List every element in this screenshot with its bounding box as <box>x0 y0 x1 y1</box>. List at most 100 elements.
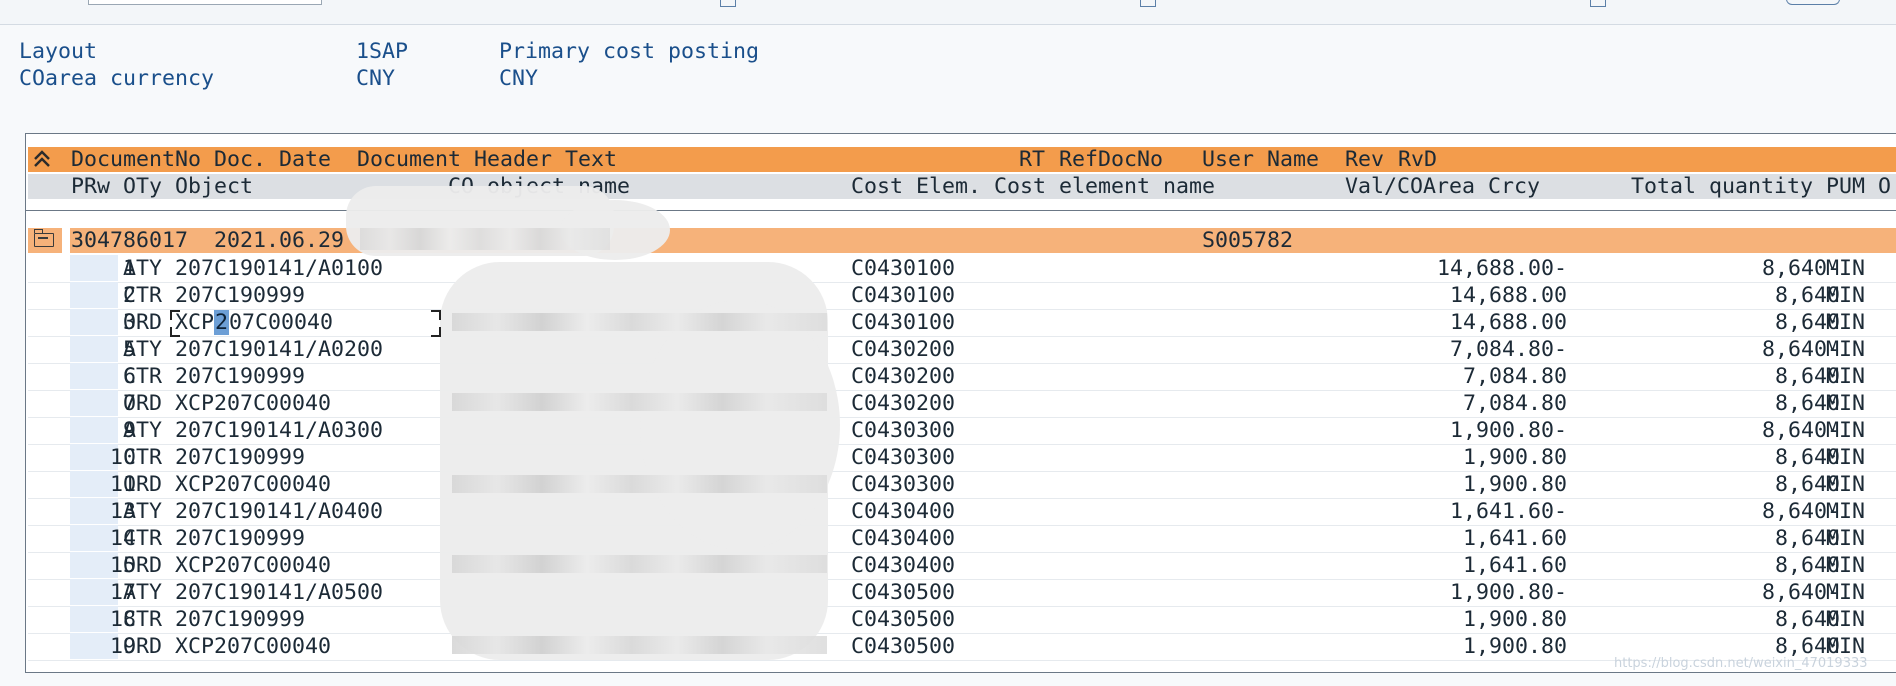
cell-total-qty[interactable]: 8,640 <box>1628 309 1840 336</box>
cell-oty[interactable]: ORD <box>123 552 162 579</box>
cell-pum[interactable]: MIN <box>1826 390 1865 417</box>
cell-value[interactable]: 1,641.60- <box>1323 498 1567 525</box>
cell-object[interactable]: 207C190141/A0200 <box>175 336 383 363</box>
col-object[interactable]: Object <box>175 174 253 199</box>
table-row[interactable]: 18 CTR 207C190999 C0430500 1,900.80 8,640 MIN <box>28 606 1896 634</box>
cell-total-qty[interactable]: 8,640- <box>1628 417 1840 444</box>
cell-oty[interactable]: ATY <box>123 579 162 606</box>
cell-oty[interactable]: CTR <box>123 525 162 552</box>
cell-oty[interactable]: ATY <box>123 498 162 525</box>
command-field[interactable] <box>88 0 322 5</box>
cell-total-qty[interactable]: 8,640 <box>1628 390 1840 417</box>
cell-pum[interactable]: MIN <box>1826 579 1865 606</box>
cell-value[interactable]: 1,641.60 <box>1323 525 1567 552</box>
cell-object[interactable]: 207C190141/A0400 <box>175 498 383 525</box>
cell-pum[interactable]: MIN <box>1826 498 1865 525</box>
table-row[interactable]: 11 ORD XCP207C00040 C0430300 1,900.80 8,640 MI… <box>28 471 1896 499</box>
cell-value[interactable]: 1,900.80 <box>1323 444 1567 471</box>
col-oty[interactable]: OTy <box>123 174 162 199</box>
cell-cost-elem[interactable]: C0430200 <box>851 363 955 390</box>
cell-total-qty[interactable]: 8,640- <box>1628 336 1840 363</box>
table-row[interactable]: 17 ATY 207C190141/A0500 C0430500 1,900.80- 8,… <box>28 579 1896 607</box>
cell-object[interactable]: XCP207C00040 <box>175 471 331 498</box>
cell-total-qty[interactable]: 8,640 <box>1628 525 1840 552</box>
cell-total-qty[interactable]: 8,640 <box>1628 552 1840 579</box>
col-document-no[interactable]: DocumentNo <box>71 147 201 172</box>
cell-cost-elem[interactable]: C0430300 <box>851 444 955 471</box>
cell-oty[interactable]: ORD <box>123 633 162 660</box>
toolbar-icon[interactable] <box>1590 0 1606 7</box>
cell-cost-elem[interactable]: C0430300 <box>851 471 955 498</box>
cell-object[interactable]: 207C190999 <box>175 282 305 309</box>
table-row[interactable]: 7 ORD XCP207C00040 C0430200 7,084.80 8,640 MIN <box>28 390 1896 418</box>
cell-value[interactable]: 1,900.80- <box>1323 417 1567 444</box>
cell-object[interactable]: 207C190999 <box>175 444 305 471</box>
cell-pum[interactable]: MIN <box>1826 606 1865 633</box>
cell-cost-elem[interactable]: C0430200 <box>851 336 955 363</box>
cell-object[interactable]: 207C190141/A0300 <box>175 417 383 444</box>
cell-oty[interactable]: ATY <box>123 255 162 282</box>
cell-value[interactable]: 14,688.00- <box>1323 255 1567 282</box>
cell-value[interactable]: 14,688.00 <box>1323 282 1567 309</box>
cell-total-qty[interactable]: 8,640 <box>1628 606 1840 633</box>
cell-total-qty[interactable]: 8,640 <box>1628 471 1840 498</box>
col-rt[interactable]: RT <box>1019 147 1045 172</box>
cell-pum[interactable]: MIN <box>1826 309 1865 336</box>
cell-value[interactable]: 1,641.60 <box>1323 552 1567 579</box>
cell-oty[interactable]: CTR <box>123 363 162 390</box>
cell-pum[interactable]: MIN <box>1826 255 1865 282</box>
col-rvd[interactable]: RvD <box>1398 147 1437 172</box>
cell-pum[interactable]: MIN <box>1826 471 1865 498</box>
cell-cost-elem[interactable]: C0430400 <box>851 552 955 579</box>
cell-cost-elem[interactable]: C0430500 <box>851 606 955 633</box>
cell-cost-elem[interactable]: C0430500 <box>851 579 955 606</box>
cell-cost-elem[interactable]: C0430100 <box>851 282 955 309</box>
cell-cost-elem[interactable]: C0430100 <box>851 309 955 336</box>
cell-pum[interactable]: MIN <box>1826 363 1865 390</box>
cell-object[interactable]: 207C190141/A0500 <box>175 579 383 606</box>
col-doc-date[interactable]: Doc. Date <box>214 147 331 172</box>
cell-value[interactable]: 1,900.80 <box>1323 471 1567 498</box>
table-row[interactable]: 14 CTR 207C190999 C0430400 1,641.60 8,640 MIN <box>28 525 1896 553</box>
cell-oty[interactable]: CTR <box>123 282 162 309</box>
cell-pum[interactable]: MIN <box>1826 417 1865 444</box>
cell-total-qty[interactable]: 8,640- <box>1628 255 1840 282</box>
cell-pum[interactable]: MIN <box>1826 525 1865 552</box>
col-user-name[interactable]: User Name <box>1202 147 1319 172</box>
table-row[interactable]: 10 CTR 207C190999 C0430300 1,900.80 8,640 MIN <box>28 444 1896 472</box>
group-toggle[interactable] <box>28 228 62 253</box>
cell-oty[interactable]: CTR <box>123 444 162 471</box>
col-pum[interactable]: PUM <box>1826 174 1865 199</box>
col-total-qty[interactable]: Total quantity <box>1631 174 1813 199</box>
cell-pum[interactable]: MIN <box>1826 282 1865 309</box>
cell-value[interactable]: 1,900.80 <box>1323 606 1567 633</box>
col-ref-doc-no[interactable]: RefDocNo <box>1059 147 1163 172</box>
table-row[interactable]: 3 ORD XCP207C00040 C0430100 14,688.00 8,640 MI… <box>28 309 1896 337</box>
cell-value[interactable]: 1,900.80- <box>1323 579 1567 606</box>
cell-object[interactable]: XCP207C00040 <box>175 552 331 579</box>
cell-total-qty[interactable]: 8,640- <box>1628 579 1840 606</box>
cell-object[interactable]: XCP207C00040 <box>175 633 331 660</box>
cell-pum[interactable]: MIN <box>1826 552 1865 579</box>
toolbar-icon[interactable] <box>1140 0 1156 7</box>
cell-total-qty[interactable]: 8,640 <box>1628 444 1840 471</box>
cell-cost-elem[interactable]: C0430100 <box>851 255 955 282</box>
table-row[interactable]: 6 CTR 207C190999 C0430200 7,084.80 8,640 MIN <box>28 363 1896 391</box>
cell-oty[interactable]: ATY <box>123 336 162 363</box>
col-cost-elem-name[interactable]: Cost element name <box>994 174 1215 199</box>
table-row[interactable]: 1 ATY 207C190141/A0100 C0430100 14,688.00- 8,… <box>28 255 1896 283</box>
cell-object[interactable]: 207C190141/A0100 <box>175 255 383 282</box>
col-rev[interactable]: Rev <box>1345 147 1384 172</box>
cell-cost-elem[interactable]: C0430300 <box>851 417 955 444</box>
cell-oty[interactable]: ATY <box>123 417 162 444</box>
cell-total-qty[interactable]: 8,640 <box>1628 282 1840 309</box>
col-doc-header-text[interactable]: Document Header Text <box>357 147 617 172</box>
cell-value[interactable]: 14,688.00 <box>1323 309 1567 336</box>
table-row[interactable]: 13 ATY 207C190141/A0400 C0430400 1,641.60- 8,… <box>28 498 1896 526</box>
cell-oty[interactable]: ORD <box>123 471 162 498</box>
cell-pum[interactable]: MIN <box>1826 444 1865 471</box>
table-row[interactable]: 9 ATY 207C190141/A0300 C0430300 1,900.80- 8,6… <box>28 417 1896 445</box>
cell-value[interactable]: 7,084.80 <box>1323 363 1567 390</box>
cell-value[interactable]: 7,084.80- <box>1323 336 1567 363</box>
col-prw[interactable]: PRw <box>71 174 110 199</box>
